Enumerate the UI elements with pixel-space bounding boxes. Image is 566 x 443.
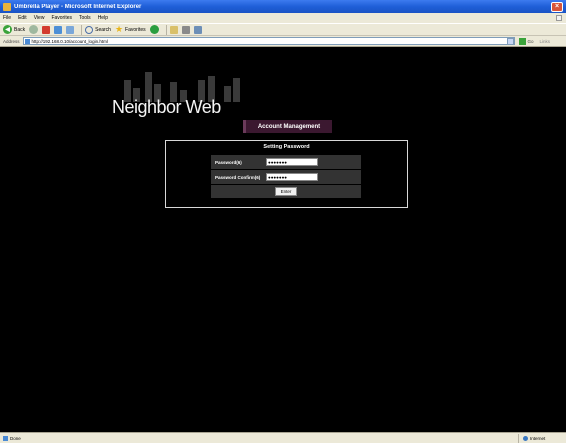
toolbar-separator — [81, 24, 83, 35]
password-label: Password(6) — [215, 159, 242, 165]
forward-button[interactable] — [29, 25, 39, 34]
page-done-icon — [3, 435, 8, 441]
url-text: http://192.168.0.10/account_login.html — [31, 38, 108, 44]
favorites-label: Favorites — [125, 26, 146, 33]
panel-title: Setting Password — [263, 144, 310, 150]
toolbar-separator — [165, 24, 167, 35]
enter-button[interactable]: Enter — [275, 187, 297, 196]
menu-favorites[interactable]: Favorites — [51, 15, 72, 21]
search-button[interactable]: Search — [85, 25, 111, 34]
search-label: Search — [95, 26, 111, 33]
password-confirm-label: Password Confirm(6) — [215, 174, 261, 180]
media-button[interactable] — [149, 25, 159, 34]
home-button[interactable] — [66, 25, 75, 34]
ie-app-icon — [3, 2, 11, 11]
go-label: Go — [527, 38, 534, 44]
back-label: Back — [14, 26, 26, 33]
zone-label: Internet — [530, 435, 546, 441]
password-form: Password(6) Password Confirm(6) Enter — [211, 155, 361, 199]
page-content: Neighbor Web Account Management Setting … — [0, 48, 566, 432]
password-confirm-field[interactable] — [266, 173, 318, 181]
windows-logo-icon — [556, 15, 562, 21]
forward-arrow-icon — [29, 25, 39, 34]
enter-row: Enter — [211, 185, 361, 198]
media-icon — [149, 25, 159, 34]
back-arrow-icon: ◀ — [3, 25, 12, 34]
stop-button[interactable] — [42, 25, 51, 34]
edit-button[interactable] — [193, 25, 202, 34]
title-bar: Umbrella Player - Microsoft Internet Exp… — [0, 0, 566, 13]
url-field[interactable]: http://192.168.0.10/account_login.html — [22, 37, 515, 45]
password-confirm-row: Password Confirm(6) — [211, 170, 361, 184]
edit-icon — [193, 25, 202, 34]
logo-bar — [233, 78, 240, 102]
home-icon — [66, 25, 75, 34]
address-label: Address — [3, 38, 20, 44]
close-button[interactable]: × — [551, 1, 563, 12]
neighbor-web-logo: Neighbor Web — [100, 71, 260, 117]
status-text: Done — [10, 435, 21, 441]
menu-bar: File Edit View Favorites Tools Help — [0, 13, 566, 23]
refresh-icon — [54, 25, 63, 34]
setting-password-panel: Setting Password Password(6) Password Co… — [165, 140, 408, 208]
menu-edit[interactable]: Edit — [18, 15, 27, 21]
menu-tools[interactable]: Tools — [79, 15, 91, 21]
mail-icon — [169, 25, 178, 34]
toolbar: ◀ Back Search ★ Favorites — [0, 23, 566, 36]
links-label[interactable]: Links — [540, 39, 551, 44]
menu-help[interactable]: Help — [98, 15, 108, 21]
page-icon — [24, 38, 30, 44]
status-bar: Done Internet — [0, 432, 566, 443]
url-dropdown-icon[interactable] — [506, 37, 514, 45]
go-arrow-icon — [518, 37, 526, 45]
window-title: Umbrella Player - Microsoft Internet Exp… — [14, 3, 142, 10]
printer-icon — [181, 25, 190, 34]
mail-button[interactable] — [169, 25, 178, 34]
star-icon: ★ — [114, 24, 124, 34]
refresh-button[interactable] — [54, 25, 63, 34]
search-icon — [85, 25, 94, 34]
logo-bar — [224, 86, 231, 102]
menu-view[interactable]: View — [34, 15, 45, 21]
menu-file[interactable]: File — [3, 15, 11, 21]
print-button[interactable] — [181, 25, 190, 34]
favorites-button[interactable]: ★ Favorites — [115, 25, 146, 34]
security-zone: Internet — [518, 433, 566, 443]
back-button[interactable]: ◀ Back — [3, 25, 25, 34]
account-management-link[interactable]: Account Management — [243, 120, 332, 133]
stop-icon — [42, 25, 51, 34]
go-button[interactable]: Go — [518, 37, 534, 45]
logo-text: Neighbor Web — [112, 97, 221, 117]
password-field[interactable] — [266, 158, 318, 166]
address-bar: Address http://192.168.0.10/account_logi… — [0, 36, 566, 47]
globe-icon — [523, 435, 528, 441]
password-row: Password(6) — [211, 155, 361, 169]
browser-window: Umbrella Player - Microsoft Internet Exp… — [0, 0, 566, 443]
